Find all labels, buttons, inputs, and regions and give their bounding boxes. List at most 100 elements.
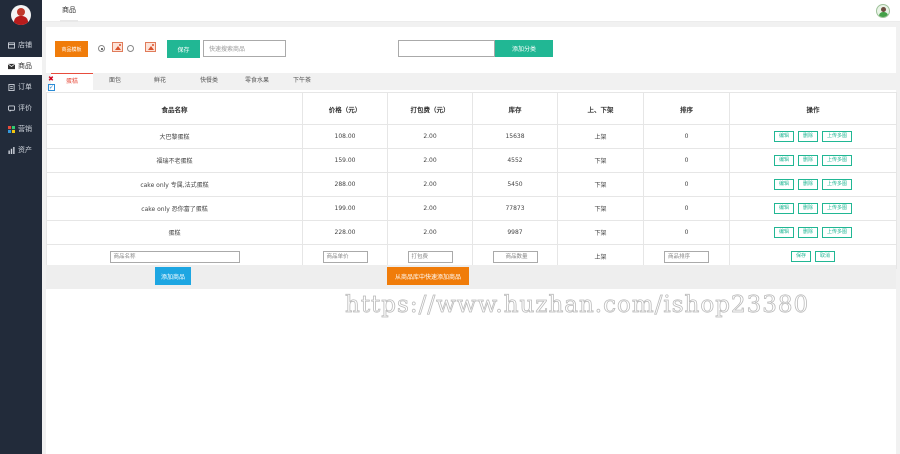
cell-name: 蛋糕 [46,220,303,245]
radio-mode-text[interactable] [98,45,105,52]
cell-sort: 0 [643,124,730,149]
cell-status[interactable]: 下架 [557,172,644,197]
quick-add-from-library-button[interactable]: 从商品库中快速添加商品 [387,267,469,285]
cell-status[interactable]: 下架 [557,220,644,245]
table-row: cake only 专属,法式蛋糕 288.00 2.00 5450 下架 0 … [46,172,897,197]
cell-stock: 9987 [472,220,558,245]
table-row: 大巴黎蛋糕 108.00 2.00 15638 上架 0 编辑 删除 上传多图 [46,124,897,149]
edit-button[interactable]: 编辑 [773,203,794,214]
upload-images-button[interactable]: 上传多图 [822,203,853,214]
top-bar: 商品 [42,0,900,22]
header-price: 价格（元） [302,92,388,125]
cell-pack-fee: 2.00 [387,220,473,245]
sort-input[interactable]: 商品排序 [664,250,709,263]
sidebar-item-assets[interactable]: 资产 [0,141,42,159]
delete-button[interactable]: 删除 [797,155,818,166]
image-mode-icon-alt [145,42,156,52]
cell-actions: 编辑 删除 上传多图 [729,220,897,245]
cell-name: cake only 恐你富了蛋糕 [46,196,303,221]
goods-price-input[interactable]: 商品单价 [322,250,368,263]
goods-table: 食品名称 价格（元） 打包费（元） 库存 上、下架 排序 操作 大巴黎蛋糕 10… [46,92,897,269]
order-icon [8,83,15,91]
tab-fastfood[interactable]: 快餐类 [200,73,218,90]
cell-sort: 0 [643,220,730,245]
cell-actions: 编辑 删除 上传多图 [729,148,897,173]
edit-button[interactable]: 编辑 [773,179,794,190]
header-sort: 排序 [643,92,730,125]
cell-price: 288.00 [302,172,388,197]
cell-price: 159.00 [302,148,388,173]
cell-sort: 0 [643,172,730,197]
save-row-button[interactable]: 保存 [790,251,811,262]
goods-name-input[interactable]: 商品名称 [109,250,240,263]
delete-button[interactable]: 删除 [797,227,818,238]
pack-fee-input[interactable]: 打包费 [407,250,453,263]
header-stock: 库存 [472,92,558,125]
sidebar-item-marketing[interactable]: 营销 [0,120,42,138]
cell-status[interactable]: 下架 [557,148,644,173]
edit-tab-icon[interactable]: ✓ [48,84,55,91]
table-row: cake only 恐你富了蛋糕 199.00 2.00 77873 下架 0 … [46,196,897,221]
tab-snacks-fruit[interactable]: 零食水果 [245,73,269,90]
cell-actions: 编辑 删除 上传多图 [729,124,897,149]
content-area: 商品模板 保存 快速搜索商品 添加分类 蛋糕 面包 鲜花 快餐类 零食水果 下午… [42,22,900,454]
cell-sort: 0 [643,148,730,173]
store-icon [8,41,15,49]
edit-button[interactable]: 编辑 [773,155,794,166]
top-tab-goods[interactable]: 商品 [60,0,78,22]
tab-cake[interactable]: 蛋糕 [51,73,93,90]
review-icon [8,104,15,112]
cell-price: 228.00 [302,220,388,245]
delete-button[interactable]: 删除 [797,179,818,190]
tab-afternoon-tea[interactable]: 下午茶 [293,73,311,90]
table-row: 蛋糕 228.00 2.00 9987 下架 0 编辑 删除 上传多图 [46,220,897,245]
cell-stock: 5450 [472,172,558,197]
upload-images-button[interactable]: 上传多图 [822,131,853,142]
radio-mode-image[interactable] [127,45,134,52]
cell-actions: 编辑 删除 上传多图 [729,172,897,197]
cell-status[interactable]: 上架 [557,124,644,149]
cell-status[interactable]: 下架 [557,196,644,221]
sidebar-item-review[interactable]: 评价 [0,99,42,117]
sidebar-item-label: 订单 [18,83,32,91]
upload-images-button[interactable]: 上传多图 [822,155,853,166]
cell-stock: 77873 [472,196,558,221]
edit-button[interactable]: 编辑 [773,131,794,142]
tab-flower[interactable]: 鲜花 [154,73,166,90]
upload-images-button[interactable]: 上传多图 [822,227,853,238]
edit-button[interactable]: 编辑 [773,227,794,238]
sidebar-item-goods[interactable]: 商品 [0,57,42,75]
image-mode-icon [112,42,123,52]
sidebar-item-store[interactable]: 店铺 [0,36,42,54]
cell-name: 大巴黎蛋糕 [46,124,303,149]
category-name-input[interactable] [398,40,495,57]
tab-bread[interactable]: 面包 [109,73,121,90]
delete-button[interactable]: 删除 [797,203,818,214]
watermark: https://www.huzhan.com/ishop23380 [345,292,810,319]
sidebar: 店铺 商品 订单 评价 营销 资产 [0,0,42,454]
save-button[interactable]: 保存 [167,40,200,58]
cell-name: 福瑞不老蛋糕 [46,148,303,173]
delete-button[interactable]: 删除 [797,131,818,142]
user-avatar[interactable] [876,4,890,18]
bottom-action-bar: 添加商品 从商品库中快速添加商品 [46,265,896,289]
sidebar-item-label: 营销 [18,125,32,133]
goods-panel: 商品模板 保存 快速搜索商品 添加分类 蛋糕 面包 鲜花 快餐类 零食水果 下午… [46,27,897,454]
marketing-icon [8,125,15,133]
delete-tab-icon[interactable]: ✖ [48,75,54,83]
add-goods-button[interactable]: 添加商品 [155,267,191,285]
stock-input[interactable]: 商品数量 [492,250,538,263]
upload-images-button[interactable]: 上传多图 [822,179,853,190]
add-category-button[interactable]: 添加分类 [495,40,553,57]
goods-template-button[interactable]: 商品模板 [55,41,88,57]
cell-sort: 0 [643,196,730,221]
cell-stock: 15638 [472,124,558,149]
cancel-row-button[interactable]: 取消 [815,251,836,262]
cell-name: cake only 专属,法式蛋糕 [46,172,303,197]
shop-logo[interactable] [11,5,31,25]
sidebar-item-label: 商品 [18,62,32,70]
sidebar-item-order[interactable]: 订单 [0,78,42,96]
sidebar-item-label: 店铺 [18,41,32,49]
search-goods-input[interactable]: 快速搜索商品 [203,40,286,57]
table-header-row: 食品名称 价格（元） 打包费（元） 库存 上、下架 排序 操作 [46,92,897,125]
